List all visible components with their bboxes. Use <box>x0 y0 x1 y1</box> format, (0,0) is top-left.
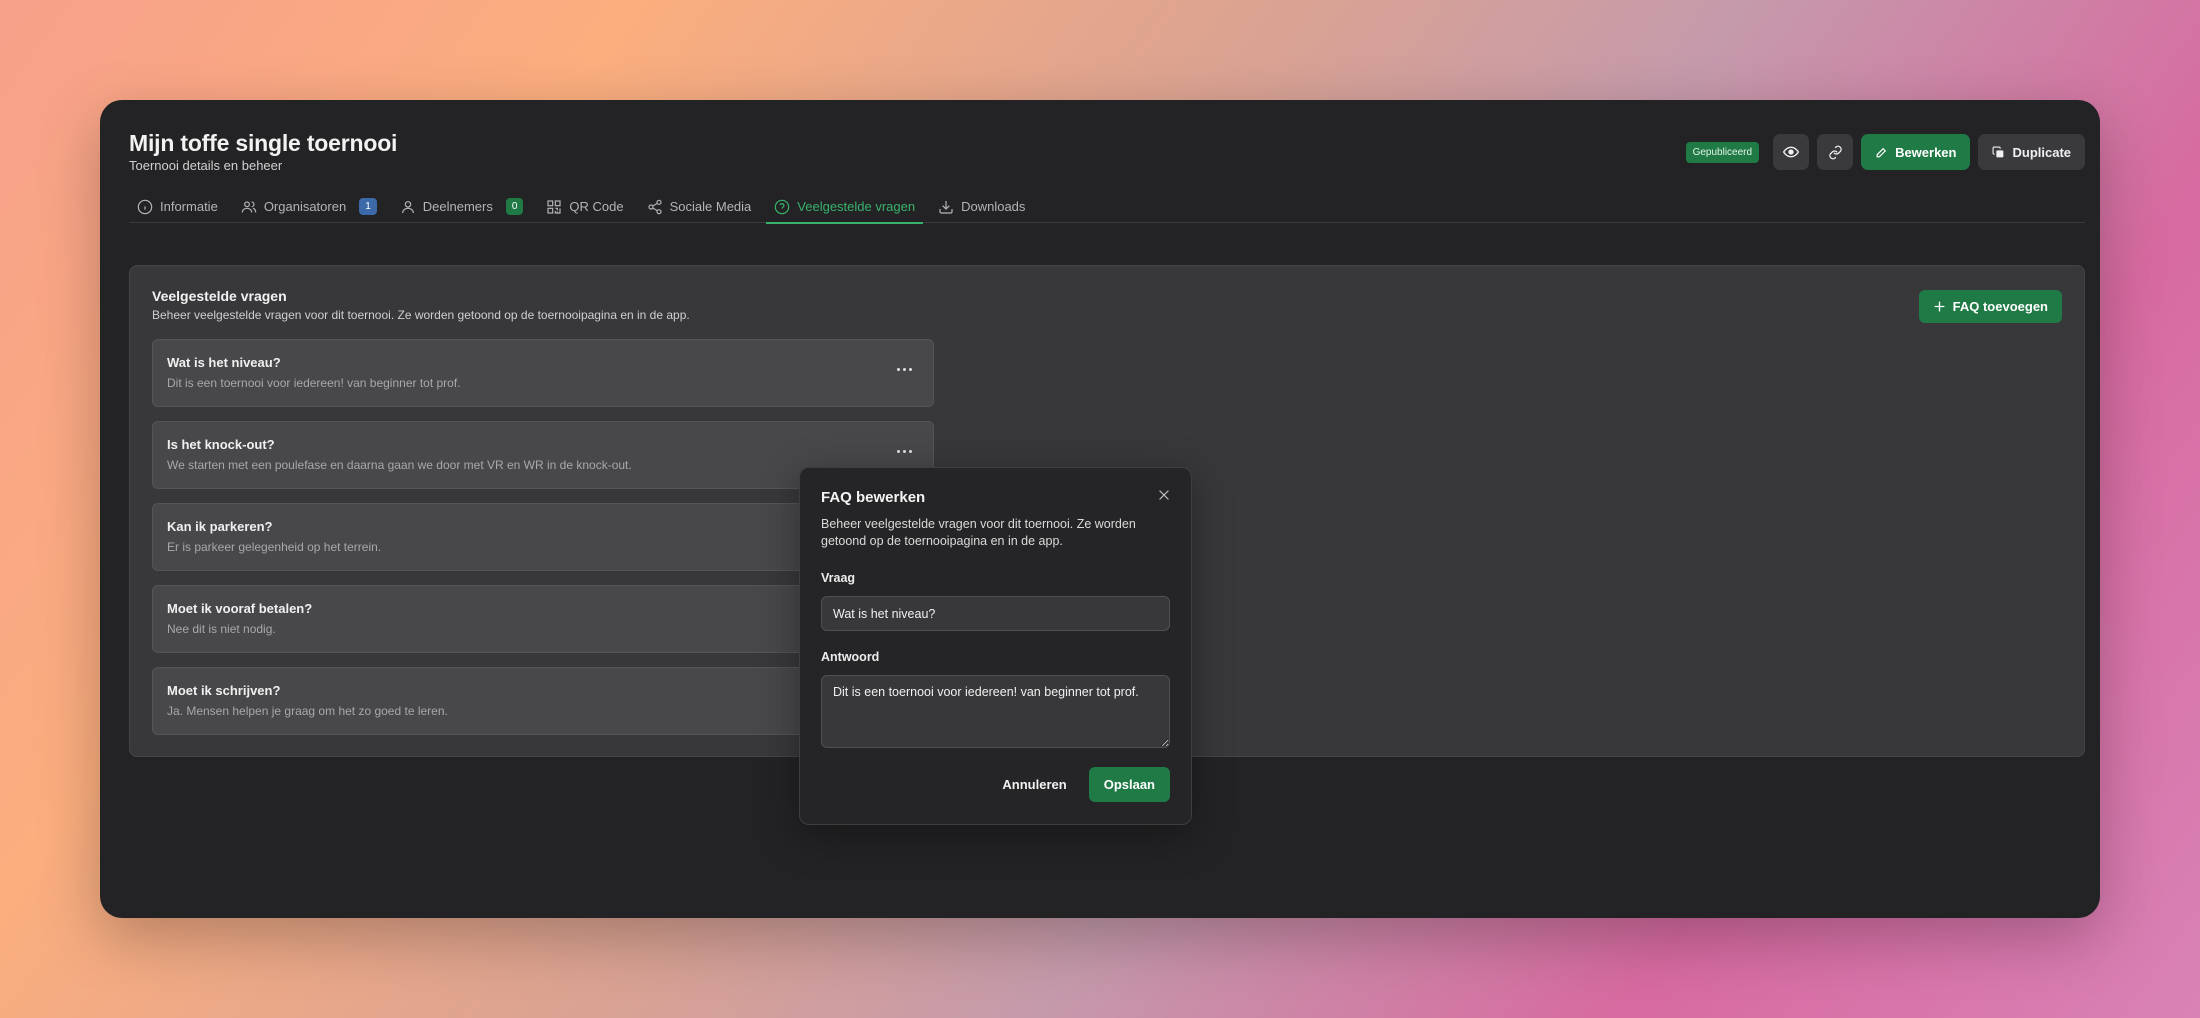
faq-answer: Ja. Mensen helpen je graag om het zo goe… <box>167 704 448 718</box>
participants-count-badge: 0 <box>505 198 524 215</box>
tab-label: Informatie <box>160 199 218 214</box>
faq-item[interactable]: Wat is het niveau? Dit is een toernooi v… <box>152 339 934 407</box>
faq-question: Wat is het niveau? <box>167 355 281 370</box>
tab-label: Sociale Media <box>669 199 752 214</box>
tab-organisatoren[interactable]: Organisatoren 1 <box>233 190 385 223</box>
download-icon <box>938 199 954 215</box>
more-options-icon[interactable] <box>893 444 915 458</box>
answer-textarea[interactable]: Dit is een toernooi voor iedereen! van b… <box>821 675 1170 748</box>
tab-label: Organisatoren <box>263 199 347 214</box>
add-faq-label: FAQ toevoegen <box>1952 299 2048 314</box>
tab-informatie[interactable]: Informatie <box>129 190 226 223</box>
faq-answer: Nee dit is niet nodig. <box>167 622 276 636</box>
faq-answer: Dit is een toernooi voor iedereen! van b… <box>167 376 461 390</box>
organisers-count-badge: 1 <box>359 198 377 215</box>
eye-icon <box>1783 144 1800 160</box>
edit-button-label: Bewerken <box>1895 144 1957 160</box>
tab-sociale-media[interactable]: Sociale Media <box>639 190 760 223</box>
faq-question: Moet ik schrijven? <box>167 683 281 698</box>
info-icon <box>137 199 153 215</box>
user-icon <box>400 199 416 215</box>
duplicate-button-label: Duplicate <box>2012 144 2071 160</box>
page-title: Mijn toffe single toernooi <box>129 130 398 156</box>
dialog-actions: Annuleren Opslaan <box>994 767 1170 802</box>
tab-deelnemers[interactable]: Deelnemers 0 <box>392 190 532 223</box>
dialog-description: Beheer veelgestelde vragen voor dit toer… <box>821 517 1136 548</box>
help-circle-icon <box>774 199 790 215</box>
preview-button[interactable] <box>1773 134 1810 170</box>
duplicate-button[interactable]: Duplicate <box>1978 134 2085 170</box>
faq-question: Moet ik vooraf betalen? <box>167 601 313 616</box>
qr-code-icon <box>546 199 562 215</box>
tab-veelgestelde-vragen[interactable]: Veelgestelde vragen <box>766 190 923 224</box>
status-badge: Gepubliceerd <box>1685 141 1760 163</box>
save-button[interactable]: Opslaan <box>1088 767 1170 802</box>
edit-icon <box>1875 146 1888 159</box>
add-faq-button[interactable]: FAQ toevoegen <box>1918 290 2062 323</box>
users-icon <box>241 199 257 215</box>
copy-link-button[interactable] <box>1817 134 1854 170</box>
more-options-icon[interactable] <box>893 362 915 376</box>
edit-faq-dialog: FAQ bewerken Beheer veelgestelde vragen … <box>799 467 1192 825</box>
faq-section-title: Veelgestelde vragen <box>152 288 287 304</box>
faq-section-description: Beheer veelgestelde vragen voor dit toer… <box>152 308 690 322</box>
edit-button[interactable]: Bewerken <box>1861 134 1971 170</box>
faq-question: Is het knock-out? <box>167 437 275 452</box>
copy-icon <box>1992 146 2005 159</box>
app-window: Mijn toffe single toernooi Toernooi deta… <box>100 100 2100 918</box>
plus-icon <box>1933 300 1946 313</box>
close-icon[interactable] <box>1157 488 1171 502</box>
faq-answer: Er is parkeer gelegenheid op het terrein… <box>167 540 382 554</box>
tab-label: Deelnemers <box>422 199 493 214</box>
tab-label: QR Code <box>569 199 624 214</box>
tab-qr-code[interactable]: QR Code <box>538 190 631 223</box>
answer-label: Antwoord <box>821 650 880 664</box>
question-input[interactable] <box>821 596 1170 631</box>
page-subtitle: Toernooi details en beheer <box>129 158 283 173</box>
faq-question: Kan ik parkeren? <box>167 519 273 534</box>
link-icon <box>1828 145 1843 160</box>
dialog-title: FAQ bewerken <box>821 489 926 506</box>
tab-bar: Informatie Organisatoren 1 Deelnemers 0 … <box>129 190 2085 224</box>
tab-label: Veelgestelde vragen <box>797 199 916 214</box>
question-label: Vraag <box>821 571 856 585</box>
faq-answer: We starten met een poulefase en daarna g… <box>167 458 632 472</box>
header-actions: Gepubliceerd Bewerken Duplicate <box>1685 134 2085 170</box>
tab-label: Downloads <box>961 199 1026 214</box>
share-icon <box>647 199 663 215</box>
tab-downloads[interactable]: Downloads <box>930 190 1033 223</box>
cancel-button[interactable]: Annuleren <box>994 767 1074 802</box>
